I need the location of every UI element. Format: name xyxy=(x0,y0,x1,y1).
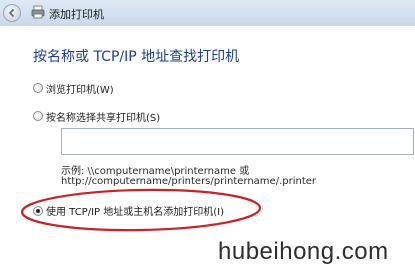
option-shared-label: 按名称选择共享打印机(S) xyxy=(46,113,161,124)
radio-browse[interactable] xyxy=(33,83,43,93)
back-arrow-icon xyxy=(8,8,15,18)
window-title: 添加打印机 xyxy=(49,8,104,21)
page-heading: 按名称或 TCP/IP 地址查找打印机 xyxy=(33,49,240,65)
window-titlebar: 添加打印机 xyxy=(0,0,415,26)
back-button[interactable] xyxy=(3,4,21,22)
watermark-text: hubeihong.com xyxy=(218,238,389,265)
radio-shared[interactable] xyxy=(33,111,43,121)
shared-printer-input[interactable] xyxy=(61,128,414,155)
printer-icon xyxy=(31,5,45,19)
example-line-1: 示例: \\computername\printername 或 xyxy=(61,166,250,177)
highlight-ellipse xyxy=(20,188,262,232)
option-browse-label: 浏览打印机(W) xyxy=(46,85,114,96)
